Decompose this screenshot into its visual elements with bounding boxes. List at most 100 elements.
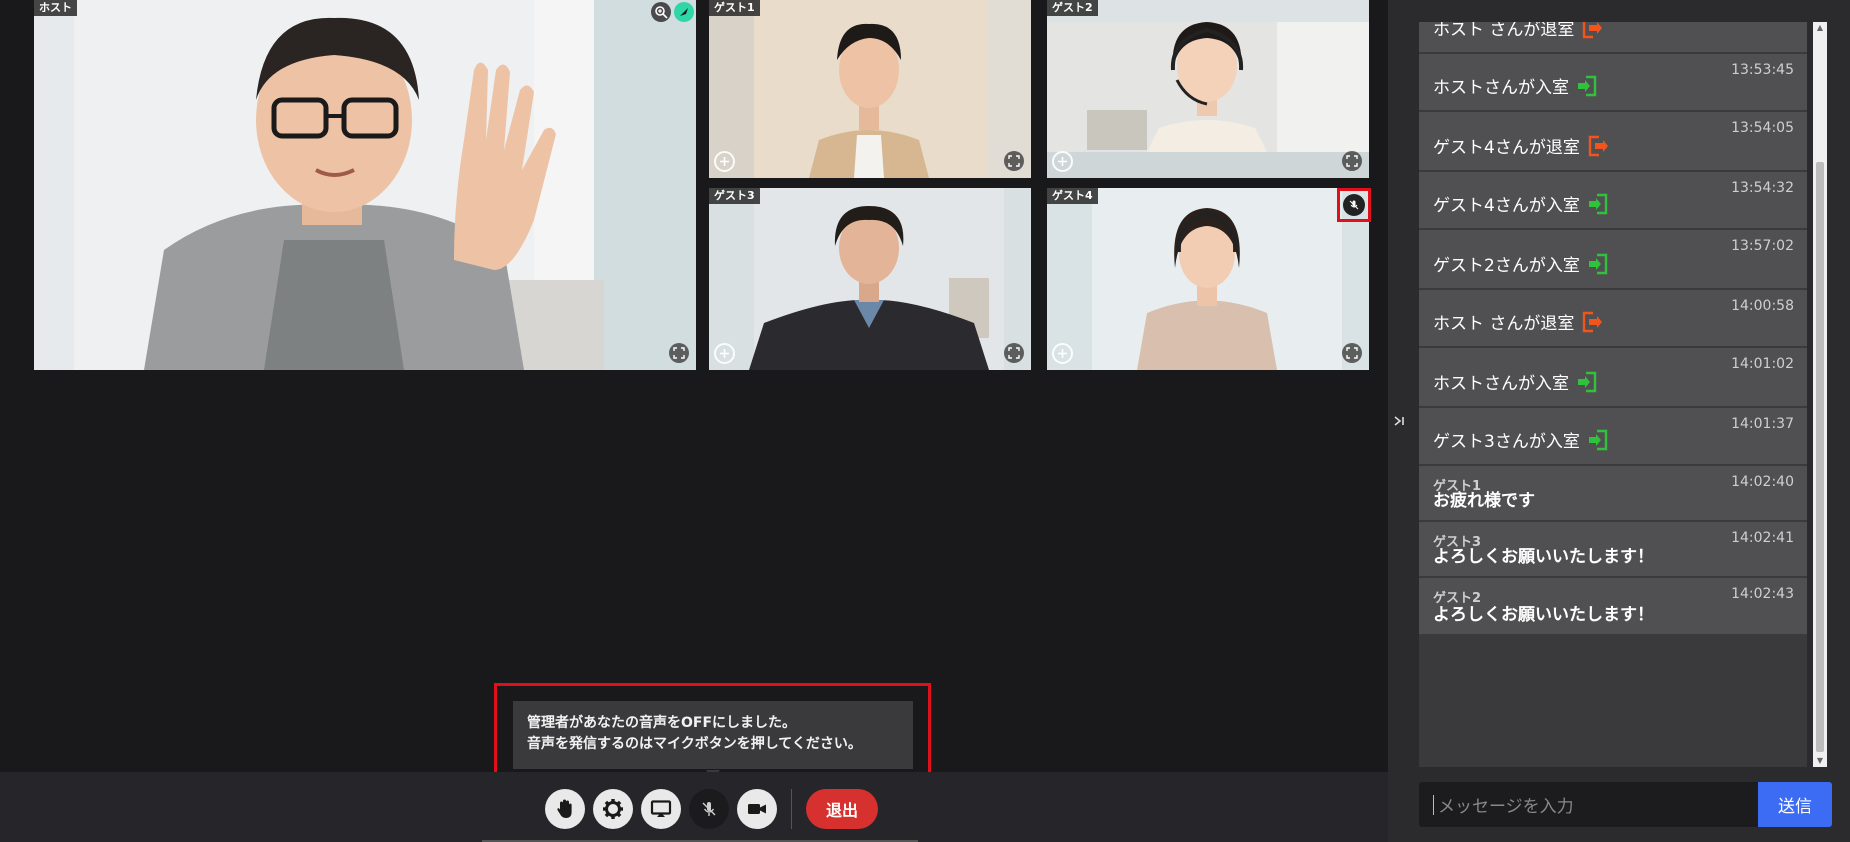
fullscreen-icon[interactable] — [1004, 343, 1024, 363]
host-video — [34, 0, 696, 370]
meeting-screen: ホスト ゲスト1 ゲスト2 ゲスト3 ゲスト4 管理者があなたの音声をOFFにし… — [0, 0, 1850, 842]
add-icon[interactable] — [714, 343, 735, 364]
settings-button[interactable] — [593, 789, 633, 829]
message-time: 14:00:58 — [1731, 298, 1794, 314]
system-message-label: ホストさんが入室 — [1433, 374, 1569, 394]
chat-scrollbar[interactable]: ▲ ▼ — [1813, 22, 1827, 767]
tile-label-guest3: ゲスト3 — [709, 188, 760, 204]
tile-label-guest1: ゲスト1 — [709, 0, 760, 16]
camera-icon — [748, 804, 766, 814]
tile-label-guest4: ゲスト4 — [1047, 188, 1098, 204]
exit-room-icon — [1588, 135, 1608, 156]
system-message-text: ホストさんが入室 — [1433, 73, 1599, 98]
video-tile-guest4[interactable]: ゲスト4 — [1047, 188, 1369, 370]
tile-label-guest2: ゲスト2 — [1047, 0, 1098, 16]
video-tile-guest3[interactable]: ゲスト3 — [709, 188, 1031, 370]
exit-room-icon — [1583, 311, 1603, 332]
system-message: 13:53:45 ホストさんが入室 — [1419, 54, 1807, 112]
raise-hand-button[interactable] — [545, 789, 585, 829]
system-message-label: ホスト さんが退室 — [1433, 22, 1575, 40]
exit-room-icon — [1583, 22, 1603, 38]
hand-icon — [557, 799, 572, 818]
video-tile-host[interactable]: ホスト — [34, 0, 696, 370]
message-time: 13:54:05 — [1731, 120, 1794, 136]
message-input[interactable]: メッセージを入力 — [1419, 782, 1758, 827]
scrollbar-thumb[interactable] — [1816, 162, 1824, 752]
system-message-text: ホスト さんが退室 — [1433, 309, 1604, 334]
fullscreen-icon[interactable] — [1004, 151, 1024, 171]
message-time: 14:01:37 — [1731, 416, 1794, 432]
message-body: お疲れ様です — [1433, 491, 1535, 511]
message-time: 14:02:41 — [1731, 530, 1794, 546]
message-time: 13:53:42 — [1731, 22, 1794, 26]
message-time: 13:57:02 — [1731, 238, 1794, 254]
scroll-up-arrow-icon[interactable]: ▲ — [1813, 22, 1827, 34]
message-body: よろしくお願いいたします！ — [1433, 605, 1654, 625]
system-message: 13:54:32 ゲスト4さんが入室 — [1419, 172, 1807, 230]
system-message: 14:00:58 ホスト さんが退室 — [1419, 290, 1807, 348]
guest4-video — [1047, 188, 1369, 370]
system-message-text: ゲスト2さんが入室 — [1433, 251, 1610, 276]
video-tile-guest2[interactable]: ゲスト2 — [1047, 0, 1369, 178]
system-message-label: ゲスト2さんが入室 — [1433, 256, 1580, 276]
enter-room-icon — [1588, 193, 1608, 214]
add-icon[interactable] — [1052, 343, 1073, 364]
chat-message-list[interactable]: 13:53:42 ホスト さんが退室 13:53:45 ホストさんが入室 13:54:0… — [1419, 22, 1807, 767]
camera-button[interactable] — [737, 789, 777, 829]
toast-line-2: 音声を発信するのはマイクボタンを押してください。 — [527, 736, 862, 752]
toast-line-1: 管理者があなたの音声をOFFにしました。 — [527, 715, 797, 731]
tile-label-host: ホスト — [34, 0, 77, 16]
mic-off-icon — [702, 802, 716, 816]
system-message-text: ホストさんが入室 — [1433, 369, 1599, 394]
host-badge-icon — [674, 2, 694, 22]
send-button[interactable]: 送信 — [1758, 782, 1832, 827]
guest2-video — [1047, 0, 1369, 178]
system-message-label: ゲスト4さんが入室 — [1433, 196, 1580, 216]
video-tile-guest1[interactable]: ゲスト1 — [709, 0, 1031, 178]
fullscreen-icon[interactable] — [1342, 343, 1362, 363]
system-message-label: ホストさんが入室 — [1433, 78, 1569, 98]
host-tile-icons — [651, 2, 694, 22]
enter-room-icon — [1578, 75, 1597, 96]
system-message: 13:53:42 ホスト さんが退室 — [1419, 22, 1807, 54]
screen-share-icon — [650, 800, 672, 817]
message-time: 14:01:02 — [1731, 356, 1794, 372]
system-message-text: ゲスト4さんが退室 — [1433, 133, 1610, 158]
add-icon[interactable] — [1052, 151, 1073, 172]
muted-indicator — [1337, 188, 1371, 222]
chat-input-row: メッセージを入力 送信 — [1419, 782, 1832, 827]
message-time: 14:02:43 — [1731, 586, 1794, 602]
scroll-down-arrow-icon[interactable]: ▼ — [1813, 755, 1827, 767]
guest3-video — [709, 188, 1031, 370]
system-message-label: ゲスト3さんが入室 — [1433, 432, 1580, 452]
message-body: よろしくお願いいたします！ — [1433, 547, 1654, 567]
collapse-right-icon — [1394, 416, 1404, 426]
mic-button[interactable] — [689, 789, 729, 829]
system-message-label: ゲスト4さんが退室 — [1433, 138, 1580, 158]
controls-divider — [791, 789, 792, 829]
fullscreen-icon[interactable] — [1342, 151, 1362, 171]
exit-button[interactable]: 退出 — [806, 789, 878, 829]
enter-room-icon — [1588, 429, 1608, 450]
zoom-icon[interactable] — [651, 2, 671, 22]
gear-icon — [603, 799, 623, 819]
message-time: 13:53:45 — [1731, 62, 1794, 78]
enter-room-icon — [1578, 371, 1597, 392]
system-message-text: ホスト さんが退室 — [1433, 22, 1604, 40]
chat-message: 14:02:40 ゲスト1 お疲れ様です — [1419, 466, 1807, 522]
input-caret — [1433, 794, 1434, 815]
message-input-placeholder: メッセージを入力 — [1438, 797, 1574, 817]
system-message-text: ゲスト4さんが入室 — [1433, 191, 1610, 216]
add-icon[interactable] — [714, 151, 735, 172]
system-message: 14:01:37 ゲスト3さんが入室 — [1419, 408, 1807, 466]
collapse-panel-button[interactable] — [1390, 410, 1408, 432]
system-message: 13:54:05 ゲスト4さんが退室 — [1419, 112, 1807, 172]
system-message: 13:57:02 ゲスト2さんが入室 — [1419, 230, 1807, 290]
enter-room-icon — [1588, 253, 1608, 274]
screen-share-button[interactable] — [641, 789, 681, 829]
chat-message: 14:02:43 ゲスト2 よろしくお願いいたします！ — [1419, 578, 1807, 636]
fullscreen-icon[interactable] — [669, 343, 689, 363]
mic-muted-icon — [1343, 194, 1365, 216]
system-message-label: ホスト さんが退室 — [1433, 314, 1575, 334]
chat-message: 14:02:41 ゲスト3 よろしくお願いいたします！ — [1419, 522, 1807, 578]
